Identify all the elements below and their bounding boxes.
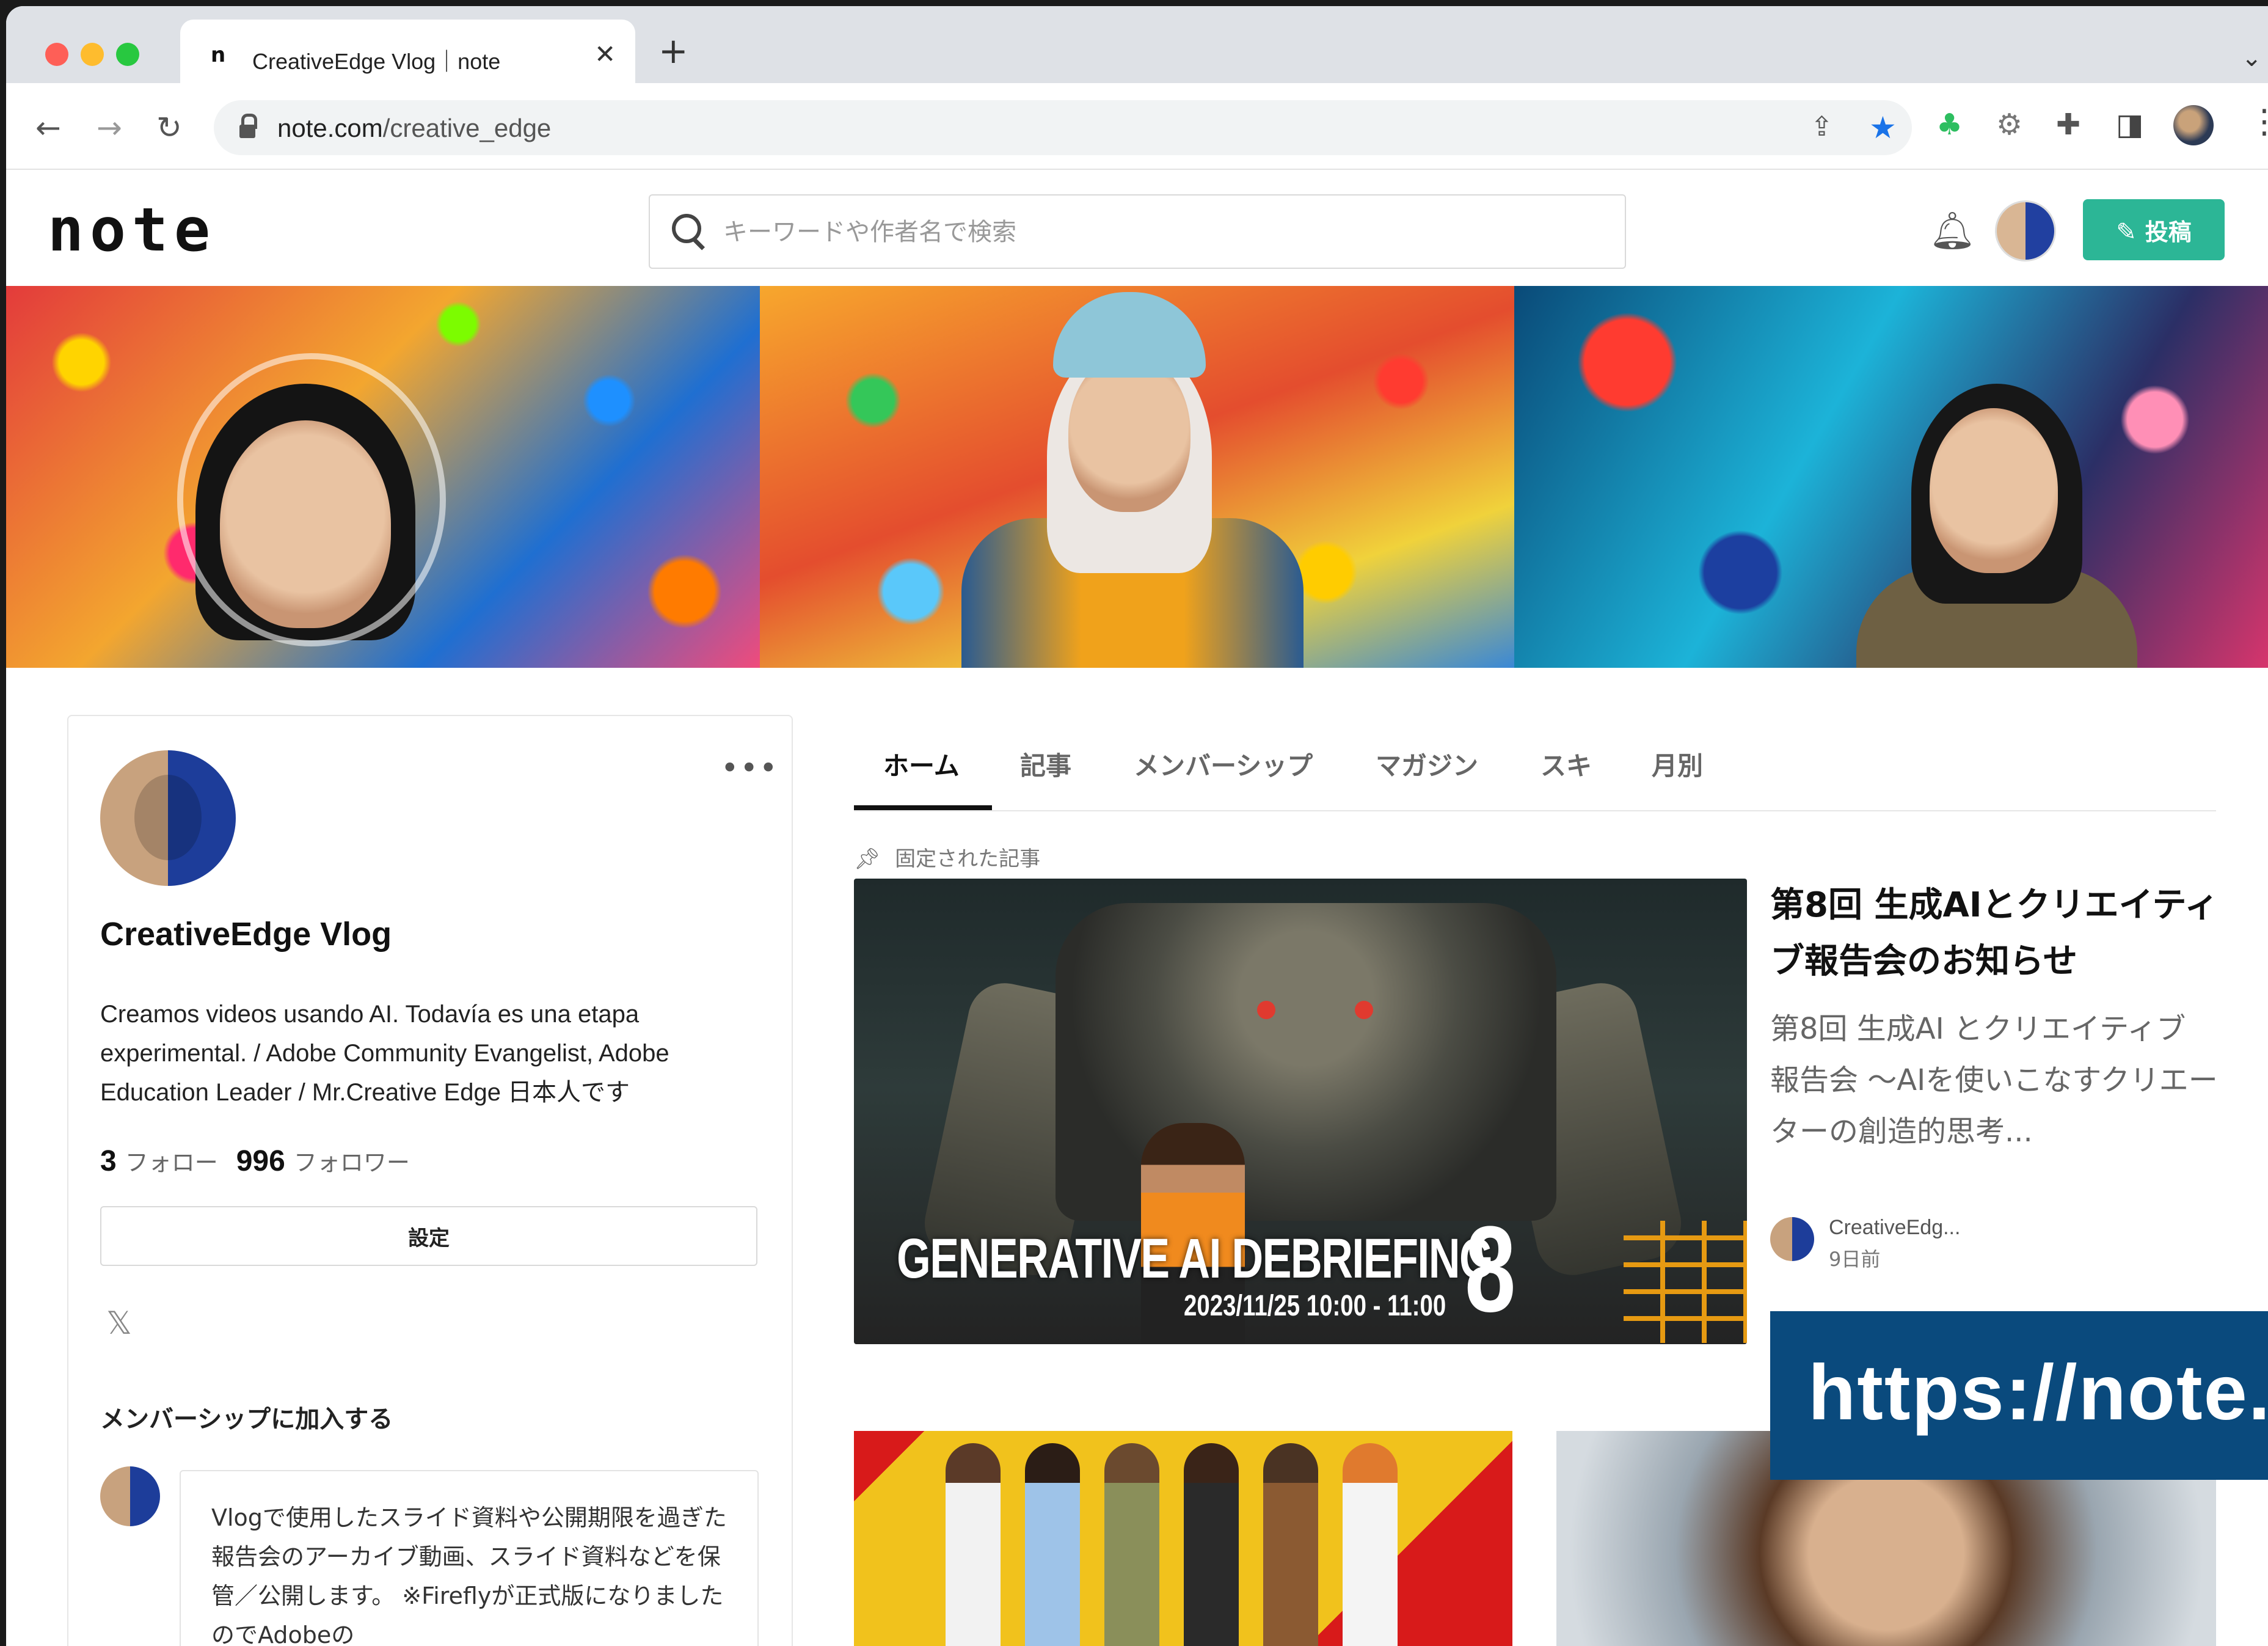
pinned-label-text: 固定された記事: [895, 847, 1041, 871]
followers-label: フォロワー: [293, 1149, 410, 1176]
gear-extension-icon[interactable]: ⚙: [1996, 110, 2022, 139]
notification-bell-icon[interactable]: 🔔︎: [1929, 209, 1975, 252]
tab-strip: n CreativeEdge Vlog｜note ✕ + ⌄: [6, 6, 2268, 83]
tab-articles[interactable]: 記事: [1020, 745, 1071, 783]
url-path: /creative_edge: [382, 114, 552, 142]
side-panel-icon[interactable]: ◨: [2116, 110, 2143, 139]
lock-icon[interactable]: [239, 114, 257, 141]
article-card-image[interactable]: [854, 1431, 1512, 1646]
back-arrow-icon[interactable]: ←: [35, 112, 61, 143]
pinned-image-number: 8: [1465, 1201, 1516, 1337]
url-overlay-text: https://note.: [1808, 1349, 2268, 1436]
pinned-article-excerpt: 第8回 生成AI とクリエイティブ 報告会 ～AIを使いこなすクリエーターの創造…: [1770, 1012, 2218, 1149]
banner-image-3: [1514, 286, 2268, 668]
post-button[interactable]: ✎ 投稿: [2083, 199, 2225, 260]
post-date: 9日前: [1829, 1248, 1881, 1271]
profile-card: ••• CreativeEdge Vlog Creamos videos usa…: [67, 715, 793, 1646]
crowd-figure: [1343, 1443, 1398, 1646]
banner-image-1: [6, 286, 760, 668]
close-window-button[interactable]: [45, 43, 68, 66]
following-count: 3: [100, 1145, 117, 1177]
banner-image-2: [760, 286, 1514, 668]
browser-toolbar: ← → ↻ note.com/creative_edge ⇪ ★ ♣ ⚙ ✚ ◨…: [6, 83, 2268, 170]
tab-close-icon[interactable]: ✕: [594, 39, 616, 69]
active-tab-underline: [854, 805, 992, 810]
more-options-icon[interactable]: •••: [721, 750, 778, 786]
follow-stats: 3 フォロー 996 フォロワー: [100, 1144, 410, 1178]
pinned-article-image[interactable]: GENERATIVE AI DEBRIEFING 2023/11/25 10:0…: [854, 879, 1747, 1344]
followers-count: 996: [236, 1145, 285, 1177]
forward-arrow-icon[interactable]: →: [97, 112, 122, 143]
user-avatar[interactable]: [1995, 200, 2056, 262]
tab-monthly[interactable]: 月別: [1652, 745, 1703, 783]
robot-eye: [1257, 1001, 1275, 1019]
browser-menu-icon[interactable]: ⋮: [2248, 105, 2268, 138]
membership-plan-box[interactable]: Vlogで使用したスライド資料や公開期限を過ぎた報告会のアーカイブ動画、スライド…: [180, 1470, 759, 1646]
tab-magazine[interactable]: マガジン: [1376, 745, 1478, 783]
tab-membership[interactable]: メンバーシップ: [1134, 745, 1313, 783]
author-avatar[interactable]: [1770, 1217, 1814, 1261]
url-host: note.com: [277, 114, 383, 142]
url-overlay-banner: https://note.: [1770, 1311, 2268, 1480]
minimize-window-button[interactable]: [81, 43, 104, 66]
search-input[interactable]: [723, 213, 1603, 252]
zoom-window-button[interactable]: [116, 43, 139, 66]
reload-icon[interactable]: ↻: [156, 112, 182, 143]
author-name[interactable]: CreativeEdg...: [1829, 1216, 1960, 1240]
yellow-railing: [1624, 1221, 1747, 1343]
note-favicon-icon: n: [211, 43, 226, 67]
profile-bio: Creamos videos usando AI. Todavía es una…: [100, 1001, 669, 1106]
banner-figure-face: [1929, 408, 2058, 573]
robot-eye: [1355, 1001, 1373, 1019]
note-header: note 🔔︎ ✎ 投稿: [6, 170, 2268, 286]
following-label: フォロー: [125, 1149, 218, 1176]
browser-tab-active[interactable]: n CreativeEdge Vlog｜note ✕: [180, 20, 635, 83]
crowd-figure: [1104, 1443, 1159, 1646]
evernote-extension-icon[interactable]: ♣: [1936, 110, 1963, 139]
pinned-image-date: 2023/11/25 10:00 - 11:00: [1184, 1290, 1446, 1322]
pinned-image-title: GENERATIVE AI DEBRIEFING: [897, 1227, 1493, 1290]
search-box[interactable]: [649, 194, 1626, 269]
url-text[interactable]: note.com/creative_edge: [277, 114, 551, 143]
tab-home[interactable]: ホーム: [883, 745, 960, 783]
crowd-figure: [1025, 1443, 1080, 1646]
profile-tabs: ホーム 記事 メンバーシップ マガジン スキ 月別: [854, 721, 2216, 811]
profile-name: CreativeEdge Vlog: [100, 916, 392, 953]
tab-search-chevron-icon[interactable]: ⌄: [2241, 44, 2262, 72]
following-link[interactable]: 3 フォロー: [100, 1145, 218, 1177]
pin-icon: 📌︎: [854, 847, 881, 871]
note-logo[interactable]: note: [48, 196, 216, 265]
profile-header-banner: [6, 286, 2268, 668]
tab-likes[interactable]: スキ: [1541, 745, 1592, 783]
share-icon[interactable]: ⇪: [1810, 111, 1833, 142]
banner-figure-hat: [1053, 292, 1206, 378]
search-icon: [672, 214, 707, 249]
robot-body: [1056, 903, 1556, 1221]
address-bar[interactable]: note.com/creative_edge ⇪ ★: [214, 100, 1912, 155]
new-tab-button[interactable]: +: [658, 33, 688, 68]
crowd-figure: [946, 1443, 1001, 1646]
bookmark-star-icon[interactable]: ★: [1869, 110, 1897, 145]
browser-window: n CreativeEdge Vlog｜note ✕ + ⌄ ← → ↻ not…: [6, 6, 2268, 1646]
settings-button[interactable]: 設定: [100, 1206, 757, 1266]
post-button-label: 投稿: [2145, 218, 2192, 246]
membership-description: Vlogで使用したスライド資料や公開期限を過ぎた報告会のアーカイブ動画、スライド…: [211, 1504, 727, 1646]
x-twitter-icon[interactable]: 𝕏: [106, 1305, 132, 1342]
membership-avatar: [100, 1466, 160, 1526]
pinned-article-title[interactable]: 第8回 生成AIとクリエイティブ報告会のお知らせ: [1770, 877, 2222, 990]
tab-title: CreativeEdge Vlog｜note: [252, 49, 501, 74]
crowd-figure: [1263, 1443, 1318, 1646]
banner-figure-helmet: [177, 353, 446, 646]
profile-avatar[interactable]: [100, 750, 236, 886]
crowd-figure: [1184, 1443, 1239, 1646]
extensions-puzzle-icon[interactable]: ✚: [2056, 110, 2080, 139]
pencil-icon: ✎: [2116, 218, 2137, 246]
membership-heading: メンバーシップに加入する: [100, 1405, 393, 1433]
browser-profile-avatar[interactable]: [2173, 105, 2214, 145]
followers-link[interactable]: 996 フォロワー: [236, 1145, 410, 1177]
pinned-label: 📌︎ 固定された記事: [854, 842, 1040, 872]
